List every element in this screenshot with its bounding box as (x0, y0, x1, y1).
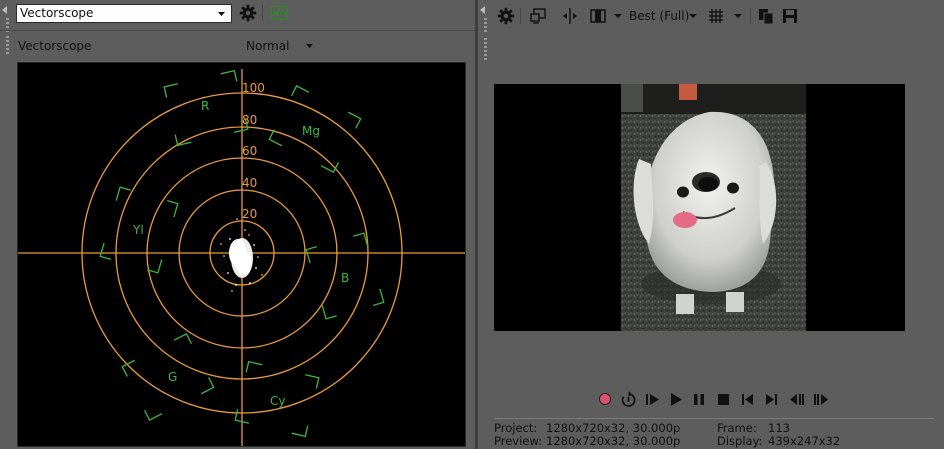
grid-icon (709, 9, 723, 23)
preview-quality-value: Best (Full) (629, 9, 690, 23)
target-label-yl: Yl (133, 223, 144, 237)
preview-value: 1280x720x32, 30.000p (546, 434, 681, 448)
target-label-mg: Mg (302, 124, 320, 138)
ring-label-40: 40 (242, 176, 258, 190)
gear-icon (239, 4, 257, 22)
ring-label-20: 20 (242, 207, 258, 221)
go-to-end-icon[interactable] (764, 392, 779, 407)
target-label-b: B (341, 271, 350, 285)
next-frame-icon[interactable] (812, 392, 830, 407)
pause-icon[interactable] (692, 392, 706, 407)
monitor-icon (530, 8, 546, 24)
stop-icon[interactable] (716, 392, 730, 407)
preview-label: Preview: (494, 434, 543, 448)
overlay-icon (590, 9, 606, 23)
info-separator (494, 418, 934, 419)
toolbar-divider (0, 30, 475, 31)
project-label: Project: (494, 421, 538, 435)
chevron-down-icon[interactable] (689, 13, 697, 19)
settings-button[interactable] (238, 3, 258, 23)
ring-label-80: 80 (242, 113, 258, 127)
scope-title: Vectorscope (18, 39, 92, 53)
scope-type-value: Vectorscope (20, 6, 94, 20)
chevron-down-icon (306, 44, 313, 48)
chevron-down-icon[interactable] (734, 13, 742, 19)
ring-label-100: 100 (242, 81, 265, 95)
toolbar-separator (520, 8, 521, 24)
header-grip[interactable] (6, 36, 9, 56)
previous-frame-icon[interactable] (788, 392, 806, 407)
video-frame-image (621, 84, 806, 331)
split-view-icon (563, 8, 577, 24)
collapse-right-icon[interactable] (480, 6, 485, 14)
target-label-r: R (201, 99, 210, 113)
loop-playback-icon[interactable] (620, 391, 637, 408)
overlays-button[interactable] (588, 6, 608, 26)
display-label: Display: (717, 434, 763, 448)
play-from-start-icon[interactable] (645, 392, 661, 407)
update-scope-button[interactable] (269, 3, 289, 23)
preview-quality-dropdown[interactable]: Best (Full) (629, 9, 689, 23)
save-snapshot-button[interactable] (780, 6, 800, 26)
frame-label: Frame: (717, 421, 757, 435)
preview-settings-button[interactable] (496, 6, 516, 26)
scope-mode-dropdown[interactable]: Normal (246, 39, 316, 55)
scope-type-dropdown[interactable]: Vectorscope (16, 4, 232, 23)
grid-overlay-button[interactable] (706, 6, 726, 26)
panel-grip[interactable] (484, 18, 487, 32)
toolbar-separator (750, 8, 751, 24)
target-label-cy: Cy (270, 394, 286, 408)
copy-snapshot-button[interactable] (756, 6, 776, 26)
save-icon (783, 9, 797, 23)
ring-label-60: 60 (242, 144, 258, 158)
waveform-scope-icon (270, 5, 288, 20)
external-monitor-button[interactable] (528, 6, 548, 26)
project-value: 1280x720x32, 30.000p (546, 421, 681, 435)
toolbar-separator (262, 5, 263, 21)
target-label-g: G (168, 370, 178, 384)
collapse-left-icon[interactable] (2, 6, 7, 14)
panel-grip-lower[interactable] (484, 38, 487, 60)
split-screen-button[interactable] (560, 6, 580, 26)
gear-icon (497, 7, 515, 25)
play-icon[interactable] (669, 392, 683, 407)
frame-value: 113 (768, 421, 790, 435)
display-value: 439x247x32 (768, 434, 841, 448)
record-icon[interactable] (598, 392, 612, 406)
vectorscope-display: 20 40 60 80 100 R Mg Yl B G Cy (17, 62, 466, 447)
chevron-down-icon (218, 12, 225, 16)
scope-mode-value: Normal (246, 39, 290, 53)
go-to-start-icon[interactable] (740, 392, 755, 407)
copy-icon (759, 9, 774, 25)
chevron-down-icon[interactable] (614, 13, 622, 19)
